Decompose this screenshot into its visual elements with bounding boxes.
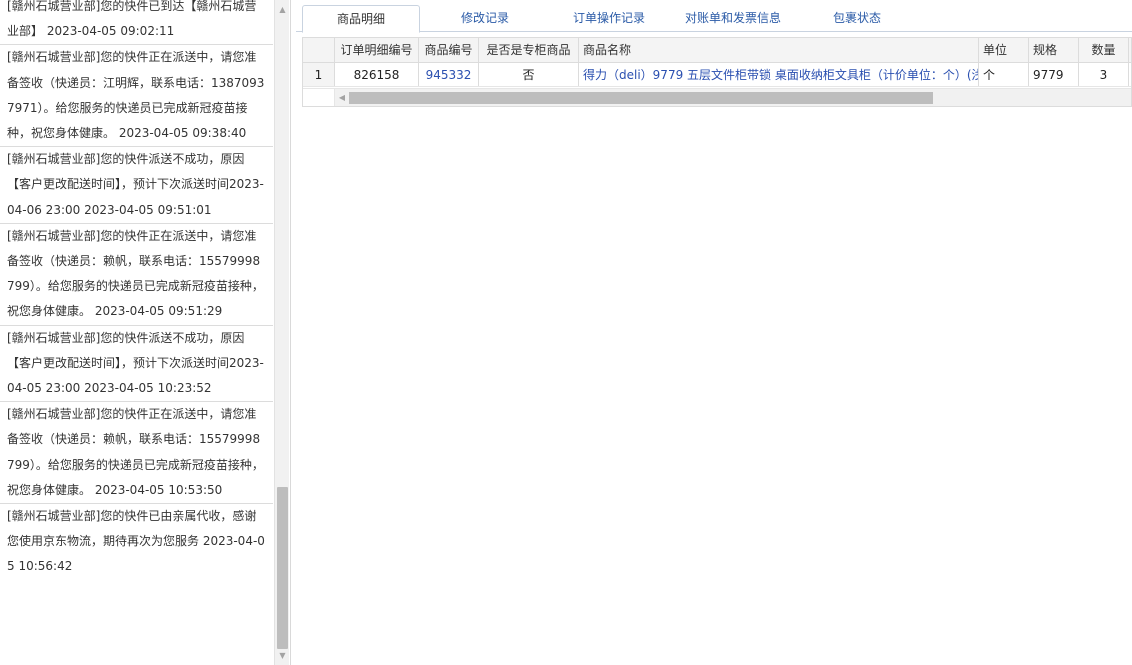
tab-product-details[interactable]: 商品明细	[302, 5, 420, 33]
header-is-counter[interactable]: 是否是专柜商品	[479, 38, 579, 62]
header-product-name[interactable]: 商品名称	[579, 38, 979, 62]
tracking-item: [赣州石城营业部]您的快件正在派送中，请您准备签收（快递员：赖帆，联系电话：15…	[0, 224, 273, 326]
arrow-left-icon[interactable]: ◀	[335, 89, 349, 106]
tab-statement-invoice[interactable]: 对账单和发票信息	[676, 5, 790, 32]
header-product-no[interactable]: 商品编号	[419, 38, 479, 62]
product-name-link[interactable]: 得力（deli）9779 五层文件柜带锁 桌面收纳柜文具柜（计价单位：个）(浅	[579, 63, 979, 86]
cell-detail-no: 826158	[335, 63, 419, 86]
scrollbar-gutter	[303, 89, 335, 106]
tracking-list: [赣州石城营业部]您的快件已到达【赣州石城营业部】 2023-04-05 09:…	[0, 0, 273, 665]
order-detail-area: 商品明细 修改记录 订单操作记录 对账单和发票信息 包裹状态 订单明细编号 商品…	[296, 0, 1132, 665]
header-rownum	[303, 38, 335, 62]
grid-header: 订单明细编号 商品编号 是否是专柜商品 商品名称 单位 规格 数量	[303, 38, 1131, 63]
header-detail-no[interactable]: 订单明细编号	[335, 38, 419, 62]
product-no-link[interactable]: 945332	[419, 63, 479, 86]
tracking-item: [赣州石城营业部]您的快件已由亲属代收，感谢您使用京东物流，期待再次为您服务 2…	[7, 509, 265, 574]
tab-bar: 商品明细 修改记录 订单操作记录 对账单和发票信息 包裹状态	[296, 0, 1132, 33]
tracking-list-inner: [赣州石城营业部]您的快件已到达【赣州石城营业部】 2023-04-05 09:…	[0, 0, 273, 580]
tab-modify-records[interactable]: 修改记录	[430, 5, 540, 32]
product-grid: 订单明细编号 商品编号 是否是专柜商品 商品名称 单位 规格 数量 1 8261…	[302, 37, 1132, 107]
grid-horizontal-scrollbar[interactable]: ◀	[303, 88, 1131, 106]
table-row[interactable]: 1 826158 945332 否 得力（deli）9779 五层文件柜带锁 桌…	[303, 63, 1131, 87]
cell-unit: 个	[979, 63, 1029, 86]
tracking-panel: [赣州石城营业部]您的快件已到达【赣州石城营业部】 2023-04-05 09:…	[0, 0, 291, 665]
tracking-item: [赣州石城营业部]您的快件正在派送中，请您准备签收（快递员：江明辉，联系电话：1…	[0, 45, 273, 148]
row-index: 1	[303, 63, 335, 86]
header-spec[interactable]: 规格	[1029, 38, 1079, 62]
cell-qty: 3	[1079, 63, 1129, 86]
header-unit[interactable]: 单位	[979, 38, 1029, 62]
cell-spec: 9779	[1029, 63, 1079, 86]
scrollbar-thumb[interactable]	[277, 487, 288, 649]
tracking-scrollbar[interactable]: ▲ ▼	[274, 0, 289, 665]
arrow-up-icon[interactable]: ▲	[275, 2, 290, 17]
cell-is-counter: 否	[479, 63, 579, 86]
tab-order-operation-records[interactable]: 订单操作记录	[558, 5, 660, 32]
tracking-item: [赣州石城营业部]您的快件已到达【赣州石城营业部】 2023-04-05 09:…	[0, 0, 273, 46]
tracking-item: [赣州石城营业部]您的快件派送不成功，原因【客户更改配送时间】，预计下次派送时间…	[0, 147, 273, 224]
header-qty[interactable]: 数量	[1079, 38, 1129, 62]
arrow-down-icon[interactable]: ▼	[275, 648, 290, 663]
tracking-item: [赣州石城营业部]您的快件派送不成功，原因【客户更改配送时间】，预计下次派送时间…	[0, 326, 273, 403]
tracking-item: [赣州石城营业部]您的快件正在派送中，请您准备签收（快递员：赖帆，联系电话：15…	[0, 402, 273, 505]
tab-package-status[interactable]: 包裹状态	[812, 5, 902, 32]
scrollbar-thumb[interactable]	[349, 92, 933, 104]
